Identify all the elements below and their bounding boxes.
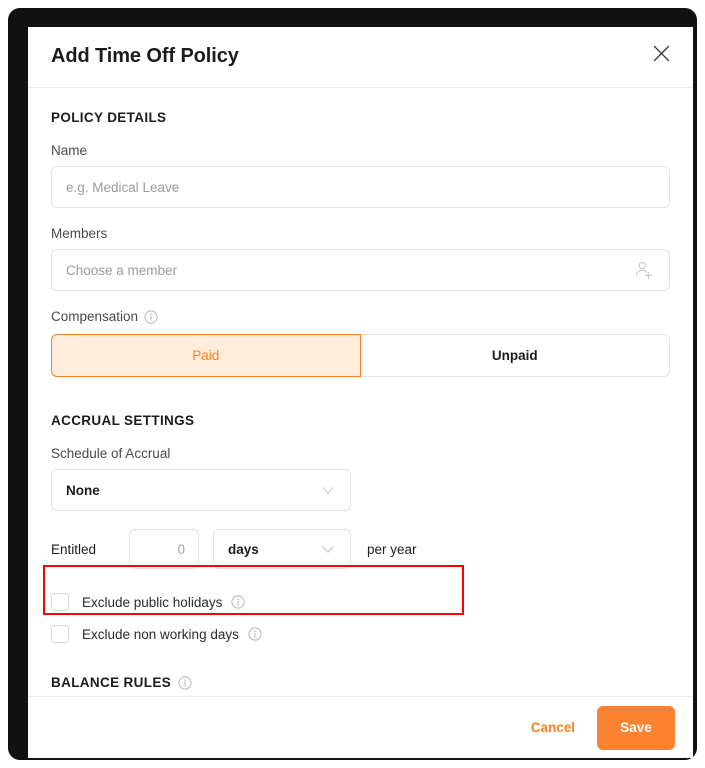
dialog-footer: Cancel Save [28, 696, 693, 758]
save-button-label: Save [620, 720, 652, 735]
entitled-row: Entitled 0 days per year [51, 529, 670, 569]
section-heading-policy-details: POLICY DETAILS [51, 110, 670, 125]
entitled-unit-select[interactable]: days [213, 529, 351, 569]
exclude-public-holidays-label: Exclude public holidays [82, 595, 245, 610]
page-title: Add Time Off Policy [51, 45, 239, 67]
compensation-option-unpaid[interactable]: Unpaid [360, 334, 670, 377]
schedule-of-accrual-value: None [66, 482, 100, 498]
exclude-public-holidays-text: Exclude public holidays [82, 594, 223, 610]
schedule-of-accrual-label-text: Schedule of Accrual [51, 446, 171, 461]
name-label-text: Name [51, 143, 88, 158]
cancel-button[interactable]: Cancel [527, 714, 579, 741]
entitled-period-label: per year [367, 542, 417, 557]
section-heading-accrual-settings: ACCRUAL SETTINGS [51, 413, 670, 428]
entitled-amount-input[interactable]: 0 [129, 529, 199, 569]
section-heading-accrual-settings-label: ACCRUAL SETTINGS [51, 413, 195, 428]
name-input-placeholder: e.g. Medical Leave [66, 179, 180, 195]
schedule-of-accrual-label: Schedule of Accrual [51, 446, 670, 461]
exclude-non-working-days-text: Exclude non working days [82, 626, 239, 642]
exclude-public-holidays-checkbox[interactable] [51, 593, 69, 611]
chevron-down-icon [318, 539, 338, 559]
cancel-button-label: Cancel [530, 720, 575, 735]
dialog-header: Add Time Off Policy [28, 27, 693, 88]
members-label: Members [51, 226, 670, 241]
chevron-down-icon [318, 480, 338, 500]
exclude-public-holidays-row[interactable]: Exclude public holidays [51, 593, 670, 611]
compensation-option-paid[interactable]: Paid [51, 334, 361, 377]
compensation-label: Compensation [51, 309, 670, 324]
add-person-icon[interactable] [633, 259, 655, 281]
name-input[interactable]: e.g. Medical Leave [51, 166, 670, 208]
exclude-non-working-days-checkbox[interactable] [51, 625, 69, 643]
entitled-unit-value: days [228, 541, 259, 557]
add-time-off-policy-dialog: Add Time Off Policy POLICY DETAILS Name … [28, 27, 693, 758]
members-input-placeholder: Choose a member [66, 262, 178, 278]
section-heading-policy-details-label: POLICY DETAILS [51, 110, 167, 125]
members-input[interactable]: Choose a member [51, 249, 670, 291]
name-label: Name [51, 143, 670, 158]
exclude-non-working-days-label: Exclude non working days [82, 627, 262, 642]
members-label-text: Members [51, 226, 108, 241]
compensation-option-paid-label: Paid [192, 348, 220, 363]
dialog-body: POLICY DETAILS Name e.g. Medical Leave M… [28, 88, 693, 696]
entitled-label-text: Entitled [51, 541, 97, 557]
exclude-non-working-days-row[interactable]: Exclude non working days [51, 625, 670, 643]
info-icon[interactable] [144, 309, 158, 324]
entitled-period-text: per year [367, 541, 417, 557]
schedule-of-accrual-select[interactable]: None [51, 469, 351, 511]
info-icon[interactable] [231, 595, 245, 609]
info-icon[interactable] [178, 675, 192, 690]
compensation-option-unpaid-label: Unpaid [491, 348, 538, 363]
section-heading-balance-rules-label: BALANCE RULES [51, 675, 172, 690]
compensation-label-text: Compensation [51, 309, 139, 324]
save-button[interactable]: Save [597, 705, 675, 750]
info-icon[interactable] [248, 627, 262, 641]
close-icon [652, 44, 671, 68]
entitled-amount-value: 0 [177, 541, 185, 557]
entitled-label: Entitled [51, 542, 129, 557]
compensation-segmented-control: Paid Unpaid [51, 334, 670, 377]
close-button[interactable] [646, 41, 676, 71]
device-frame: Add Time Off Policy POLICY DETAILS Name … [8, 8, 697, 760]
section-heading-balance-rules: BALANCE RULES [51, 675, 670, 690]
